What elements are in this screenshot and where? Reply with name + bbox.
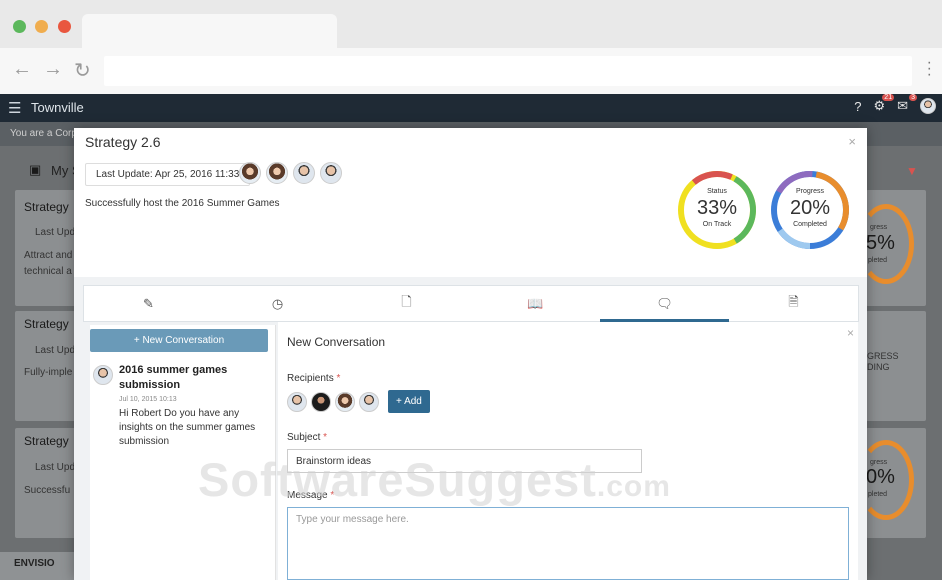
bg-card-text: technical a (24, 266, 72, 277)
bg-progress-label: gress (870, 224, 888, 231)
recipients-label: Recipients * (287, 373, 341, 384)
progress-value: 20% (789, 197, 831, 219)
forward-icon[interactable]: → (43, 58, 63, 81)
recipients-list: + Add (287, 390, 430, 413)
tab-notes[interactable]: 📖 (471, 286, 600, 321)
browser-tab[interactable] (82, 14, 337, 48)
help-icon[interactable]: ? (854, 99, 861, 114)
tab-reports[interactable]: 🗎 (729, 286, 858, 321)
document-icon: 🗎 (788, 293, 799, 309)
status-gauge: Status 33% On Track (677, 170, 757, 250)
bg-progress-label: GRESS (867, 351, 899, 361)
team-avatars (239, 162, 342, 184)
file-icon: 🗋 (401, 293, 412, 309)
tab-edit[interactable]: ✎ (84, 286, 213, 321)
bg-progress-desc: pleted (868, 257, 888, 264)
role-text: You are a Corp (10, 128, 77, 139)
bg-progress-desc: pleted (868, 491, 888, 498)
tab-history[interactable]: ◷ (213, 286, 342, 321)
modal-title: Strategy 2.6 (85, 134, 161, 150)
new-conversation-button[interactable]: + New Conversation (90, 329, 268, 352)
alerts-badge: 21 (882, 94, 895, 101)
conversation-preview: Hi Robert Do you have any insights on th… (119, 408, 256, 447)
comments-icon: 🗨 (656, 295, 673, 311)
avatar[interactable] (266, 162, 288, 184)
browser-menu-icon[interactable]: · · · (927, 55, 932, 83)
form-title: New Conversation (287, 335, 386, 349)
header-icons: ? ⚙ 21 ✉ 3 (854, 94, 936, 114)
tab-conversations[interactable]: 🗨 (600, 286, 729, 322)
last-update-badge: Last Update: Apr 25, 2016 11:33 (85, 163, 251, 186)
app-title: Townville (31, 100, 84, 115)
clock-icon: ◷ (271, 295, 284, 311)
alerts-icon[interactable]: ⚙ 21 (873, 94, 895, 114)
avatar[interactable] (311, 391, 331, 412)
avatar[interactable] (335, 391, 355, 412)
avatar[interactable] (287, 391, 307, 412)
modal-close-icon[interactable]: × (848, 134, 856, 149)
bg-progress-label: gress (870, 459, 888, 466)
bg-card-title: Strategy (24, 434, 69, 448)
my-strategies-icon: ▣ (29, 162, 42, 177)
bg-progress-desc: DING (867, 362, 890, 372)
progress-desc: Completed (793, 221, 827, 228)
reload-icon[interactable]: ↻ (74, 58, 91, 83)
new-conversation-form: × New Conversation Recipients * + Add Su… (278, 322, 858, 580)
bg-card-title: Strategy (24, 200, 69, 214)
user-avatar[interactable] (920, 98, 936, 114)
filter-icon[interactable]: ▼ (906, 164, 918, 178)
app-header: ☰ Townville ? ⚙ 21 ✉ 3 (0, 94, 942, 122)
address-bar[interactable] (104, 56, 912, 86)
conversation-title: 2016 summer games submission (119, 364, 228, 391)
message-textarea[interactable]: Type your message here. (287, 507, 849, 580)
bg-card-text: Successfu (24, 485, 71, 496)
pencil-icon: ✎ (143, 295, 154, 311)
bg-progress-value: 5% (866, 232, 895, 254)
messages-badge: 3 (909, 94, 917, 101)
avatar[interactable] (239, 162, 261, 184)
watermark: SoftwareSuggest.com (198, 453, 671, 506)
modal-tabs: ✎ ◷ 🗋 📖 🗨 🗎 (83, 285, 859, 322)
strategy-modal: Strategy 2.6 × Last Update: Apr 25, 2016… (74, 128, 867, 580)
back-icon[interactable]: ← (12, 58, 32, 81)
window-close-button[interactable] (58, 20, 71, 33)
bg-progress-value: 0% (866, 466, 895, 488)
window-minimize-button[interactable] (35, 20, 48, 33)
envisio-logo: ENVISIO (14, 558, 55, 569)
bg-card-text: Fully-imple (24, 367, 73, 378)
strategy-description: Successfully host the 2016 Summer Games (85, 198, 280, 209)
window-maximize-button[interactable] (13, 20, 26, 33)
tab-files[interactable]: 🗋 (342, 286, 471, 321)
avatar (93, 365, 113, 385)
messages-icon[interactable]: ✉ 3 (897, 94, 917, 114)
progress-gauge: Progress 20% Completed (770, 170, 850, 250)
add-recipient-button[interactable]: + Add (388, 390, 430, 413)
hamburger-menu-icon[interactable]: ☰ (8, 99, 21, 117)
subject-label: Subject * (287, 432, 328, 443)
avatar[interactable] (359, 391, 379, 412)
browser-toolbar: ← → ↻ · · · (0, 48, 942, 94)
status-label: Status (707, 188, 727, 195)
conversation-date: Jul 10, 2015 10:13 (119, 396, 177, 403)
browser-chrome: ← → ↻ · · · (0, 0, 942, 94)
avatar[interactable] (293, 162, 315, 184)
bg-card-title: Strategy (24, 317, 69, 331)
progress-label: Progress (795, 188, 824, 195)
avatar[interactable] (320, 162, 342, 184)
form-close-icon[interactable]: × (847, 326, 854, 340)
book-icon: 📖 (527, 295, 544, 311)
status-value: 33% (696, 197, 738, 219)
bg-card-text: Attract and (24, 250, 73, 261)
status-desc: On Track (702, 221, 732, 228)
